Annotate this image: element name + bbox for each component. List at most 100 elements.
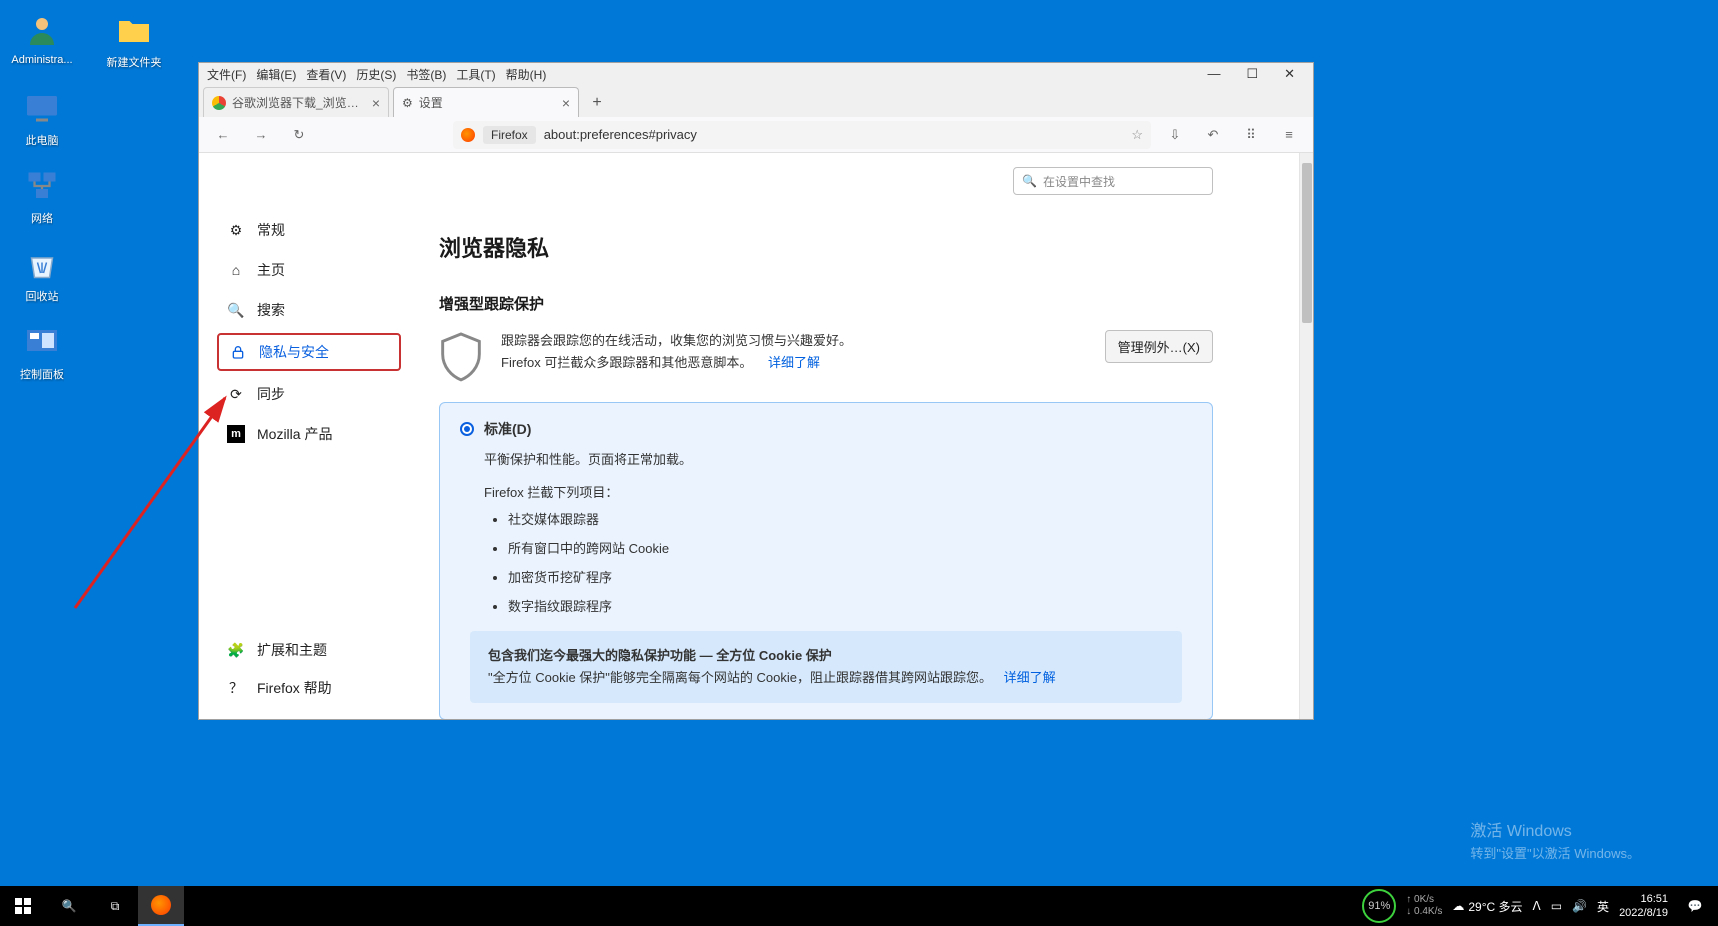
taskbar-clock[interactable]: 16:51 2022/8/19 <box>1619 892 1668 921</box>
sidebar-label: 同步 <box>257 384 285 404</box>
person-icon <box>22 10 62 50</box>
tab-title: 设置 <box>419 94 556 111</box>
reload-button[interactable]: ↻ <box>285 121 313 149</box>
desktop-icon-admin[interactable]: Administra... <box>10 10 74 70</box>
network-icon <box>22 166 62 206</box>
desktop-icon-computer[interactable]: 此电脑 <box>10 88 74 148</box>
sidebar-privacy[interactable]: 隐私与安全 <box>217 333 401 371</box>
menu-help[interactable]: 帮助(H) <box>506 66 547 83</box>
mozilla-icon: m <box>227 425 245 443</box>
nav-bar: ← → ↻ Firefox about:preferences#privacy … <box>199 117 1313 153</box>
tab-chrome-download[interactable]: 谷歌浏览器下载_浏览器官网入口 × <box>203 87 389 117</box>
tray-expand-icon[interactable]: ᐱ <box>1533 899 1541 913</box>
url-bar[interactable]: Firefox about:preferences#privacy ☆ <box>453 121 1151 149</box>
tracking-description: 跟踪器会跟踪您的在线活动，收集您的浏览习惯与兴趣爱好。 Firefox 可拦截众… <box>501 330 1087 374</box>
menu-bookmarks[interactable]: 书签(B) <box>406 66 446 83</box>
computer-icon <box>22 88 62 128</box>
card-subtitle: 平衡保护和性能。页面将正常加载。 <box>484 449 1192 468</box>
search-placeholder: 在设置中查找 <box>1043 173 1115 190</box>
search-icon: 🔍 <box>1022 174 1037 188</box>
new-tab-button[interactable]: + <box>583 89 611 117</box>
sidebar-help[interactable]: ？ Firefox 帮助 <box>217 671 401 705</box>
desktop-icon-recycle[interactable]: 回收站 <box>10 244 74 304</box>
save-page-icon[interactable]: ⇩ <box>1161 121 1189 149</box>
chrome-icon <box>212 96 226 110</box>
question-icon: ？ <box>227 679 245 697</box>
network-speed: ↑ 0K/s ↓ 0.4K/s <box>1406 894 1442 918</box>
icon-label: 此电脑 <box>26 132 59 148</box>
menu-tools[interactable]: 工具(T) <box>456 66 495 83</box>
icon-label: 网络 <box>31 210 53 226</box>
bookmark-star-icon[interactable]: ☆ <box>1131 127 1143 143</box>
blocked-items-list: 社交媒体跟踪器 所有窗口中的跨网站 Cookie 加密货币挖矿程序 数字指纹跟踪… <box>508 509 1192 615</box>
cookie-protection-info: 包含我们迄今最强大的隐私保护功能 — 全方位 Cookie 保护 "全方位 Co… <box>470 631 1182 703</box>
menu-view[interactable]: 查看(V) <box>306 66 346 83</box>
learn-more-link[interactable]: 详细了解 <box>768 355 820 370</box>
system-tray: ᐱ ▭ 🔊 英 <box>1533 898 1610 915</box>
sync-icon: ⟳ <box>227 385 245 403</box>
ime-lang[interactable]: 英 <box>1597 898 1609 915</box>
firefox-taskbar-button[interactable] <box>138 886 184 926</box>
info-learn-more-link[interactable]: 详细了解 <box>1004 670 1056 685</box>
folder-icon <box>114 10 154 50</box>
desktop-icons: Administra... 新建文件夹 此电脑 网络 回收站 控制面板 <box>10 10 166 382</box>
url-scheme-label: Firefox <box>483 126 536 144</box>
sync-arrow-icon[interactable]: ↶ <box>1199 121 1227 149</box>
taskbar-search-button[interactable]: 🔍 <box>46 886 92 926</box>
close-button[interactable]: ✕ <box>1284 66 1295 82</box>
desktop-icon-newfolder[interactable]: 新建文件夹 <box>102 10 166 70</box>
sidebar-sync[interactable]: ⟳ 同步 <box>217 377 401 411</box>
menu-history[interactable]: 历史(S) <box>356 66 396 83</box>
weather-widget[interactable]: ☁ 29°C 多云 <box>1452 898 1522 915</box>
lock-icon <box>229 343 247 361</box>
info-title: 包含我们迄今最强大的隐私保护功能 — 全方位 Cookie 保护 <box>488 645 1164 667</box>
recycle-icon <box>22 244 62 284</box>
control-panel-icon <box>22 322 62 362</box>
list-item: 所有窗口中的跨网站 Cookie <box>508 538 1192 557</box>
blocks-label: Firefox 拦截下列项目： <box>484 482 1192 501</box>
menu-edit[interactable]: 编辑(E) <box>256 66 296 83</box>
vertical-scrollbar[interactable] <box>1299 153 1313 719</box>
speaker-icon[interactable]: 🔊 <box>1572 899 1587 913</box>
minimize-button[interactable]: — <box>1207 66 1220 82</box>
sidebar-general[interactable]: ⚙ 常规 <box>217 213 401 247</box>
menu-file[interactable]: 文件(F) <box>207 66 246 83</box>
hamburger-menu-icon[interactable]: ≡ <box>1275 121 1303 149</box>
sidebar-extensions[interactable]: 🧩 扩展和主题 <box>217 633 401 667</box>
icon-label: Administra... <box>11 54 72 66</box>
desktop-icon-control[interactable]: 控制面板 <box>10 322 74 382</box>
settings-search-input[interactable]: 🔍 在设置中查找 <box>1013 167 1213 195</box>
tracking-line2: Firefox 可拦截众多跟踪器和其他恶意脚本。 <box>501 355 752 370</box>
info-text: "全方位 Cookie 保护"能够完全隔离每个网站的 Cookie，阻止跟踪器借… <box>488 670 992 685</box>
sidebar-label: 常规 <box>257 220 285 240</box>
start-button[interactable] <box>0 886 46 926</box>
tab-close-icon[interactable]: × <box>562 95 570 111</box>
task-view-button[interactable]: ⧉ <box>92 886 138 926</box>
sidebar-label: 隐私与安全 <box>259 342 329 362</box>
apps-grid-icon[interactable]: ⠿ <box>1237 121 1265 149</box>
forward-button[interactable]: → <box>247 121 275 149</box>
settings-sidebar: ⚙ 常规 ⌂ 主页 🔍 搜索 隐私与安全 ⟳ 同步 m Mozilla 产品 <box>199 153 419 719</box>
maximize-button[interactable]: ☐ <box>1246 66 1258 82</box>
notification-button[interactable]: 💬 <box>1678 886 1712 926</box>
settings-main: 🔍 在设置中查找 浏览器隐私 增强型跟踪保护 跟踪器会跟踪您的在线活动，收集您的… <box>419 153 1313 719</box>
scrollbar-thumb[interactable] <box>1302 163 1312 323</box>
windows-activation-watermark: 激活 Windows 转到"设置"以激活 Windows。 <box>1470 817 1640 862</box>
watermark-line2: 转到"设置"以激活 Windows。 <box>1470 843 1640 862</box>
desktop-icon-network[interactable]: 网络 <box>10 166 74 226</box>
firefox-window: 文件(F) 编辑(E) 查看(V) 历史(S) 书签(B) 工具(T) 帮助(H… <box>198 62 1314 720</box>
sidebar-mozilla[interactable]: m Mozilla 产品 <box>217 417 401 451</box>
standard-radio[interactable] <box>460 422 474 436</box>
watermark-line1: 激活 Windows <box>1470 817 1640 841</box>
sidebar-search[interactable]: 🔍 搜索 <box>217 293 401 327</box>
url-text: about:preferences#privacy <box>544 127 1124 142</box>
tab-close-icon[interactable]: × <box>372 95 380 111</box>
battery-indicator[interactable]: 91% <box>1362 889 1396 923</box>
gear-icon: ⚙ <box>227 221 245 239</box>
manage-exceptions-button[interactable]: 管理例外…(X) <box>1105 330 1213 363</box>
taskbar: 🔍 ⧉ 91% ↑ 0K/s ↓ 0.4K/s ☁ 29°C 多云 ᐱ ▭ 🔊 … <box>0 886 1718 926</box>
tab-settings[interactable]: ⚙ 设置 × <box>393 87 579 117</box>
ime-indicator[interactable]: ▭ <box>1551 899 1562 913</box>
sidebar-home[interactable]: ⌂ 主页 <box>217 253 401 287</box>
back-button[interactable]: ← <box>209 121 237 149</box>
